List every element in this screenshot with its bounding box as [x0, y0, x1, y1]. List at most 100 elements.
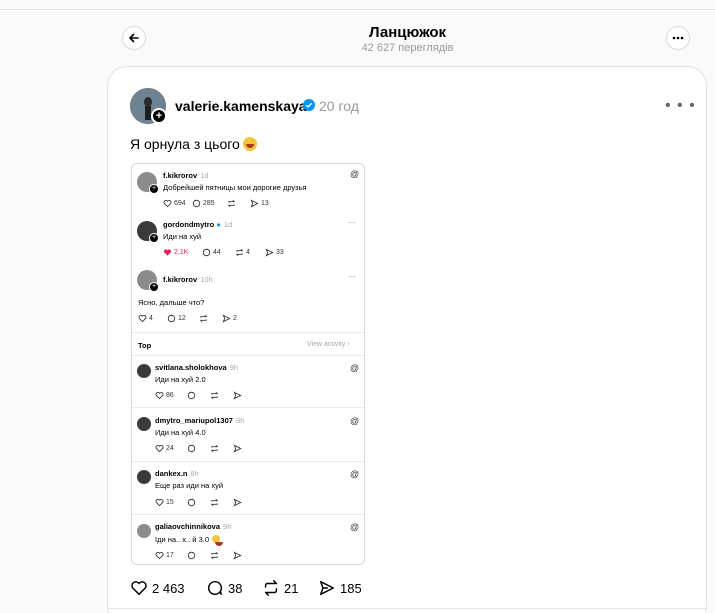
sweat-smile-emoji-icon: [212, 535, 223, 546]
reply-time: 8h: [235, 416, 245, 425]
repost-icon: [210, 444, 219, 453]
reply-user: galiaovchinnikova 9h: [155, 522, 231, 531]
share-icon: [233, 498, 242, 507]
thread-user-name: gordondmytro: [163, 220, 215, 229]
post-text: Я орнула з цього: [130, 136, 257, 152]
thread-text: Добрейшей пятницы мои дорогие друзья: [163, 183, 307, 192]
like-count: 15: [155, 498, 174, 507]
top-divider: [0, 9, 715, 10]
comment-count: 38: [228, 580, 243, 596]
divider: [132, 514, 364, 515]
threads-icon: @: [350, 416, 360, 426]
comments-value: 285: [203, 200, 215, 207]
repost-icon: [210, 551, 219, 560]
avatar: [137, 417, 151, 431]
reply-user: dankex.n 8h: [155, 469, 199, 478]
thread-text: Ясно, дальше что?: [138, 298, 205, 307]
likes-value: 17: [166, 552, 174, 559]
view-activity-link: View activity ›: [307, 341, 350, 348]
avatar: [137, 470, 151, 484]
thread-user: f.kikrorov 1d: [163, 171, 209, 180]
comment-count: 285: [192, 199, 215, 208]
shares-value: 33: [276, 249, 284, 256]
reply-user-name: dmytro_mariupol1307: [155, 416, 233, 425]
likes-value: 86: [166, 392, 174, 399]
share-icon: [222, 314, 231, 323]
avatar: [137, 524, 151, 538]
share-button[interactable]: 185: [318, 579, 362, 597]
share-count: 13: [250, 199, 269, 208]
post-text-content: Я орнула з цього: [130, 136, 240, 152]
laughing-emoji-icon: [242, 137, 257, 151]
thread-user-name: f.kikrorov: [163, 171, 198, 180]
reply-user-name: galiaovchinnikova: [155, 522, 221, 531]
verified-icon: ●: [216, 220, 221, 229]
post-username[interactable]: valerie.kamenskaya: [175, 98, 307, 114]
repost-button[interactable]: 21: [262, 579, 298, 597]
header-more-button[interactable]: [666, 26, 690, 50]
threads-icon: @: [350, 363, 360, 373]
share-icon: [233, 444, 242, 453]
reply-text: Иди на хуй 4.0: [155, 428, 206, 437]
verified-icon: [303, 99, 315, 111]
comment-icon: [192, 199, 201, 208]
likes-value: 15: [166, 499, 174, 506]
reply-user: dmytro_mariupol1307 8h: [155, 416, 244, 425]
view-activity-text: View activity: [307, 341, 346, 348]
thread-user: f.kikrorov 10h: [163, 275, 213, 284]
comment-button[interactable]: 38: [206, 579, 242, 597]
comments-value: 44: [213, 249, 221, 256]
reply-time: 9h: [223, 522, 232, 531]
thread-time: 10h: [200, 275, 213, 284]
share-icon: [233, 391, 242, 400]
share-count: 33: [265, 248, 284, 257]
repost-icon: [210, 391, 219, 400]
embedded-screenshot[interactable]: + f.kikrorov 1d @ Добрейшей пятницы мои д…: [131, 163, 365, 565]
divider: [132, 332, 364, 333]
like-count: 4: [138, 314, 153, 323]
divider: [132, 407, 364, 408]
thread-text: Иди на хуй: [163, 232, 202, 241]
share-count: 2: [222, 314, 237, 323]
share-count: 185: [340, 580, 362, 596]
like-count: 24: [155, 444, 174, 453]
like-button[interactable]: 2 463: [130, 579, 185, 597]
heart-icon: [155, 499, 164, 507]
repost-icon: [235, 249, 244, 256]
reply-text: Іди на.. х.. й 3.0: [155, 535, 223, 546]
reply-text: Еще раз иди на хуй: [155, 481, 224, 490]
thread-user: gordondmytro ● 1d: [163, 220, 232, 229]
comment-icon: [187, 551, 196, 560]
post-time: 20 год: [319, 98, 359, 114]
divider: [132, 461, 364, 462]
comment-icon: [167, 314, 176, 323]
more-icon: [672, 36, 684, 40]
follow-plus-icon: +: [149, 233, 159, 243]
comment-icon: [187, 498, 196, 507]
like-count: 17: [155, 551, 174, 560]
share-icon: [265, 248, 274, 257]
comment-icon: [202, 248, 211, 257]
heart-icon: [163, 249, 172, 256]
repost-count: 4: [235, 248, 250, 257]
reply-user: svitlana.sholokhova 9h: [155, 363, 238, 372]
repost-icon: [210, 498, 219, 507]
repost-icon: [264, 580, 278, 596]
like-count: 86: [155, 391, 174, 400]
follow-plus-icon: +: [149, 282, 159, 292]
repost-count: 21: [284, 580, 299, 596]
follow-plus-icon[interactable]: +: [151, 108, 167, 124]
threads-icon: @: [350, 169, 360, 179]
threads-icon: @: [350, 522, 360, 532]
heart-icon: [131, 581, 147, 596]
comment-icon: [207, 580, 223, 596]
threads-icon: @: [350, 469, 360, 479]
view-count: 42 627 переглядів: [361, 42, 454, 54]
thread-user-name: f.kikrorov: [163, 275, 198, 284]
comment-icon: [187, 444, 196, 453]
share-icon: [319, 580, 335, 596]
more-icon: ···: [348, 272, 356, 281]
post-more-button[interactable]: • • •: [665, 97, 696, 115]
page-title: Ланцюжок: [368, 24, 447, 41]
comments-value: 12: [178, 315, 186, 322]
